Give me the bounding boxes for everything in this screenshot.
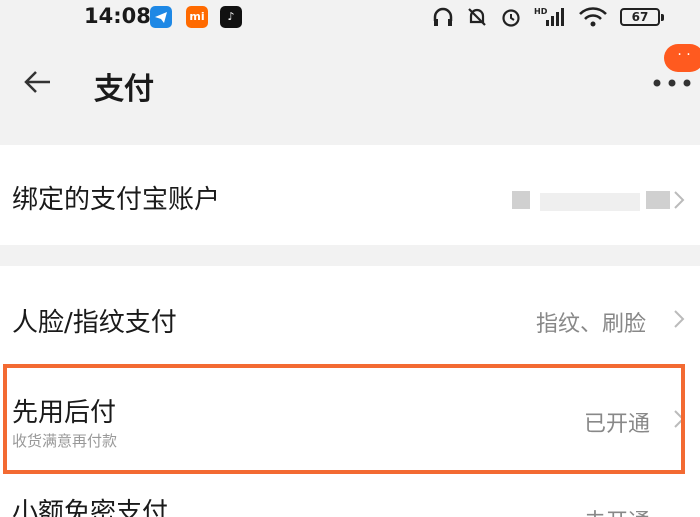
settings-row-biometric-pay[interactable]: 人脸/指纹支付 指纹、刷脸 <box>0 266 700 364</box>
highlight-box <box>3 364 685 474</box>
svg-text:HD: HD <box>534 7 548 16</box>
chevron-right-icon <box>674 310 685 328</box>
masked-account-end <box>646 191 670 209</box>
status-time: 14:08 <box>84 4 151 28</box>
more-options-icon[interactable] <box>652 76 692 90</box>
row-label-biometric: 人脸/指纹支付 <box>12 308 177 338</box>
battery-indicator: 67 <box>620 8 664 26</box>
masked-account-text-blur <box>540 193 640 211</box>
row-label-small-pay: 小额免密支付 <box>12 498 169 517</box>
hd-signal-icon: HD <box>534 7 564 26</box>
mi-icon: mi <box>186 6 208 28</box>
alarm-icon <box>502 9 520 27</box>
back-arrow-icon[interactable] <box>20 64 56 100</box>
mute-bell-icon <box>468 8 486 26</box>
tiktok-icon: ♪ <box>220 6 242 28</box>
wifi-icon <box>579 7 607 27</box>
row-label-alipay: 绑定的支付宝账户 <box>12 185 221 215</box>
chevron-right-icon <box>674 191 685 209</box>
page-title: 支付 <box>94 72 154 107</box>
row-value-biometric: 指纹、刷脸 <box>536 312 647 337</box>
settings-row-small-pay[interactable]: 小额免密支付 未开通 <box>0 478 700 517</box>
telegram-icon <box>150 6 172 28</box>
status-bar: 14:08 mi ♪ HD 67 <box>0 0 700 36</box>
headphones-icon <box>433 7 453 26</box>
settings-row-alipay-account[interactable]: 绑定的支付宝账户 <box>0 145 700 245</box>
notification-badge[interactable]: · · <box>664 44 700 72</box>
row-value-small-pay: 未开通 <box>584 504 650 517</box>
masked-account-text <box>512 191 530 209</box>
app-header: 支付 · · <box>0 36 700 130</box>
